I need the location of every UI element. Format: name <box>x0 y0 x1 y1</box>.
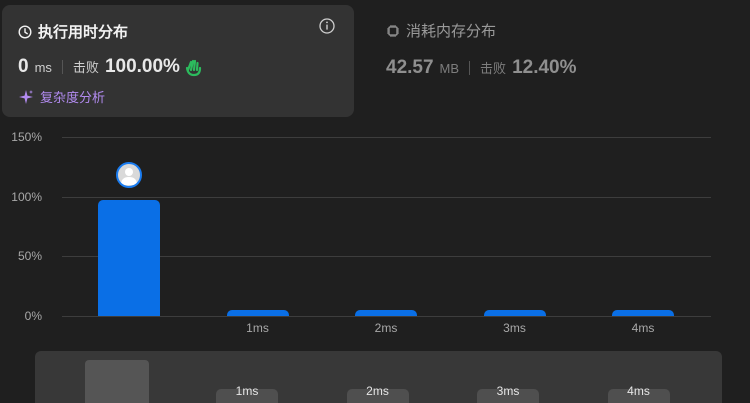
chart-bar[interactable] <box>98 200 160 316</box>
memory-stats: 42.57 MB 击败 12.40% <box>386 57 577 79</box>
memory-card[interactable]: 消耗内存分布 42.57 MB 击败 12.40% <box>386 20 646 90</box>
runtime-unit: ms <box>34 60 52 75</box>
y-tick-label: 0% <box>24 309 42 323</box>
runtime-title: 执行用时分布 <box>18 21 128 42</box>
y-tick-label: 150% <box>11 130 42 144</box>
complexity-analysis-label: 复杂度分析 <box>40 90 106 105</box>
gridline <box>62 196 711 198</box>
memory-beat-label: 击败 <box>480 61 507 76</box>
runtime-beat-value: 100.00% <box>104 56 180 77</box>
chart-bar[interactable] <box>612 310 674 316</box>
sparkle-icon <box>19 89 33 104</box>
chart-range-navigator[interactable]: 1ms 2ms 3ms 4ms <box>35 351 722 403</box>
runtime-title-text: 执行用时分布 <box>38 24 129 41</box>
info-icon[interactable] <box>318 17 336 35</box>
divider <box>61 60 63 74</box>
runtime-distribution-chart: 150% 100% 50% 0% 1ms 2ms 3ms 4ms <box>0 125 750 345</box>
navigator-label: 3ms <box>496 384 520 398</box>
chart-bar[interactable] <box>355 310 417 316</box>
y-tick-label: 100% <box>11 189 42 204</box>
chart-bar[interactable] <box>226 310 289 316</box>
memory-title: 消耗内存分布 <box>386 20 496 41</box>
chip-icon <box>387 24 399 37</box>
divider <box>469 61 471 75</box>
runtime-card[interactable]: 执行用时分布 0 ms 击败 100.00% 复杂度分析 <box>2 5 354 117</box>
chart-bar[interactable] <box>483 310 546 316</box>
runtime-stats: 0 ms 击败 100.00% <box>18 56 204 78</box>
y-tick-label: 50% <box>17 249 42 264</box>
complexity-analysis-link[interactable]: 复杂度分析 <box>18 87 105 106</box>
memory-value: 42.57 <box>386 57 434 78</box>
gridline <box>62 137 711 138</box>
memory-unit: MB <box>439 61 460 76</box>
x-tick-label: 2ms <box>374 321 398 335</box>
x-tick-label: 3ms <box>503 321 526 335</box>
navigator-label: 4ms <box>627 384 650 398</box>
memory-title-text: 消耗内存分布 <box>406 23 497 40</box>
clock-icon <box>18 24 32 39</box>
x-tick-label: 1ms <box>246 321 269 335</box>
navigator-label: 2ms <box>366 384 389 398</box>
gridline <box>62 316 711 317</box>
navigator-window-handle[interactable] <box>85 360 149 403</box>
x-tick-label: 4ms <box>631 321 655 335</box>
runtime-beat-label: 击败 <box>72 60 99 75</box>
clap-icon <box>185 59 202 77</box>
memory-beat-value: 12.40% <box>512 57 577 78</box>
navigator-label: 1ms <box>235 384 259 398</box>
runtime-value: 0 <box>18 56 29 77</box>
user-avatar <box>116 162 142 189</box>
